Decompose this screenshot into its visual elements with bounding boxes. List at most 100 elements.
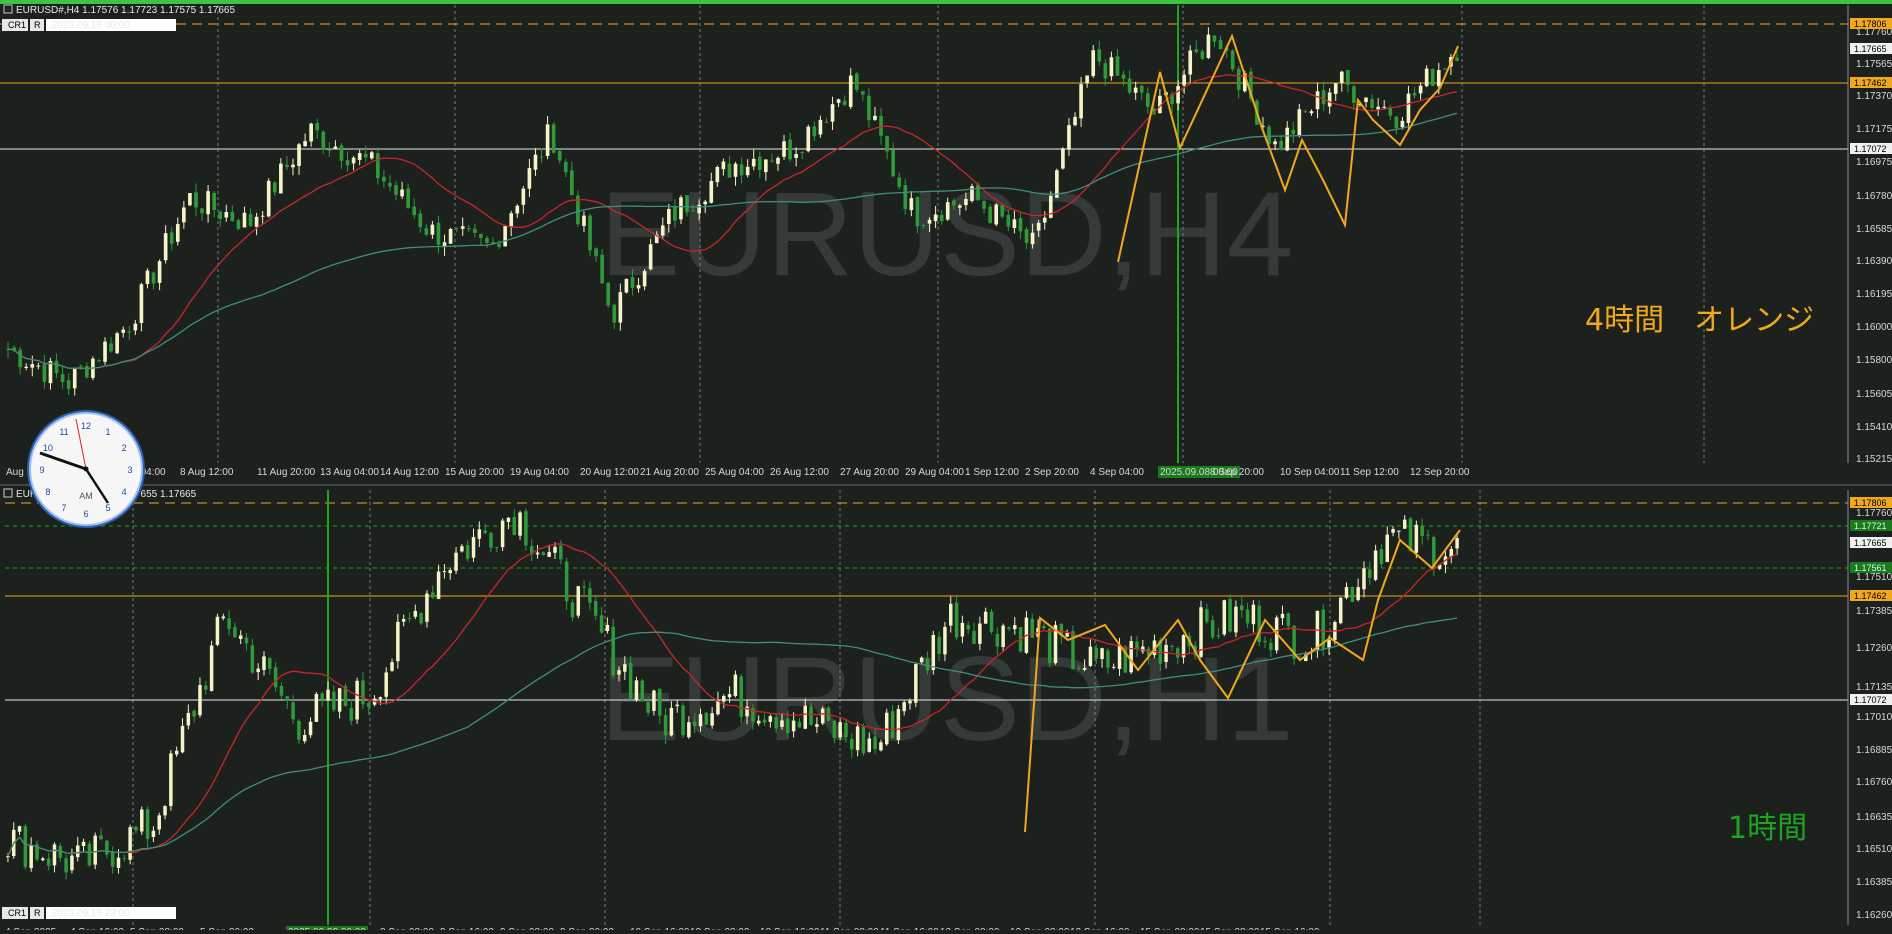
candle-body <box>134 826 138 831</box>
candle-body <box>715 167 720 183</box>
candle-body <box>988 206 992 223</box>
candle-body <box>873 115 877 120</box>
price-tag-label: 1.17072 <box>1854 144 1887 154</box>
candle-body <box>652 690 656 711</box>
price-axis-label: 1.17565 <box>1856 59 1892 70</box>
candle-body <box>291 164 295 168</box>
candle-body <box>1030 232 1035 245</box>
price-tag-label: 1.17721 <box>1854 521 1887 531</box>
candle-body <box>1065 632 1069 637</box>
price-axis-label: 1.17260 <box>1856 643 1892 654</box>
candle-body <box>945 202 950 220</box>
candle-body <box>1382 106 1387 108</box>
candle-body <box>1402 519 1407 529</box>
candle-body <box>180 725 185 753</box>
candle-body <box>489 532 493 548</box>
candle-body <box>1115 56 1120 76</box>
candle-body <box>369 152 374 159</box>
candle-body <box>60 374 65 382</box>
candle-body <box>1394 116 1399 129</box>
candle-body <box>964 198 968 206</box>
candle-body <box>679 197 683 220</box>
candle-body <box>1443 68 1447 70</box>
candle-body <box>97 360 101 362</box>
price-axis-label: 1.17135 <box>1856 682 1892 693</box>
candle-body <box>465 545 470 559</box>
candle-body <box>23 826 28 868</box>
candle-body <box>551 124 556 153</box>
clock-number: 1 <box>105 427 110 437</box>
candle-body <box>18 349 22 368</box>
candle-body <box>914 664 918 703</box>
candle-body <box>1356 587 1360 601</box>
time-axis-label: 21 Aug 20:00 <box>640 467 699 478</box>
candle-body <box>175 224 180 242</box>
candle-body <box>951 200 956 206</box>
chart-canvas[interactable]: EURUSD,H4 1.17760 1.17565 1.17370 1.17175 1.1… <box>0 0 1892 934</box>
candle-body <box>1236 68 1241 90</box>
candle-body <box>710 713 714 726</box>
candle-body <box>588 215 592 251</box>
candle-body <box>327 149 332 151</box>
price-axis-label: 1.16885 <box>1856 745 1892 756</box>
candle-body <box>1234 606 1238 633</box>
candle-body <box>363 153 368 158</box>
candle-body <box>1012 219 1017 228</box>
candle-body <box>400 189 404 197</box>
candle-body <box>390 662 394 671</box>
candle-body <box>576 586 581 616</box>
candle-body <box>624 278 629 293</box>
candle-body <box>339 145 344 161</box>
candle-body <box>206 191 210 215</box>
candle-body <box>406 188 410 208</box>
candle-body <box>541 552 546 555</box>
candle-body <box>824 121 829 123</box>
candle-body <box>186 712 191 726</box>
candle-body <box>266 180 271 217</box>
candle-body <box>309 123 313 142</box>
time-axis-label: 29 Aug 04:00 <box>905 467 964 478</box>
candle-body <box>367 702 371 707</box>
candle-body <box>958 205 962 208</box>
candle-body <box>673 207 677 221</box>
time-axis-label: 10 Sep 04:00 <box>1280 467 1340 478</box>
r-button-label: R <box>34 908 41 918</box>
price-axis-label: 1.16780 <box>1856 191 1892 202</box>
price-axis-label: 1.16510 <box>1856 844 1892 855</box>
candle-body <box>515 205 520 214</box>
candle-body <box>1121 74 1126 79</box>
candle-body <box>982 201 986 209</box>
candle-body <box>66 380 71 389</box>
candle-body <box>594 248 598 257</box>
candle-body <box>248 214 253 227</box>
price-axis-label: 1.15410 <box>1856 422 1892 433</box>
candle-body <box>850 738 854 750</box>
candle-body <box>1230 50 1235 70</box>
candle-body <box>891 149 895 177</box>
price-axis[interactable] <box>1848 490 1892 925</box>
clock-number: 3 <box>127 465 132 475</box>
candle-body <box>733 163 738 177</box>
candle-body <box>209 645 214 691</box>
candle-body <box>1391 528 1395 533</box>
candle-body <box>436 571 441 599</box>
candle-body <box>1047 628 1052 664</box>
candle-body <box>925 658 930 671</box>
candle-body <box>495 547 499 549</box>
candle-body <box>809 706 813 725</box>
candle-body <box>1273 141 1277 145</box>
candle-body <box>233 626 237 638</box>
candle-body <box>709 180 714 203</box>
candle-body <box>1352 86 1356 103</box>
candle-body <box>1111 666 1116 668</box>
candle-body <box>861 726 866 754</box>
candle-body <box>618 292 623 323</box>
candle-body <box>879 115 883 136</box>
candle-body <box>315 123 320 131</box>
candle-body <box>939 214 944 222</box>
candle-body <box>454 552 458 571</box>
candle-body <box>81 841 86 847</box>
candle-body <box>727 163 732 178</box>
candle-body <box>1418 85 1423 94</box>
candle-body <box>72 367 77 389</box>
